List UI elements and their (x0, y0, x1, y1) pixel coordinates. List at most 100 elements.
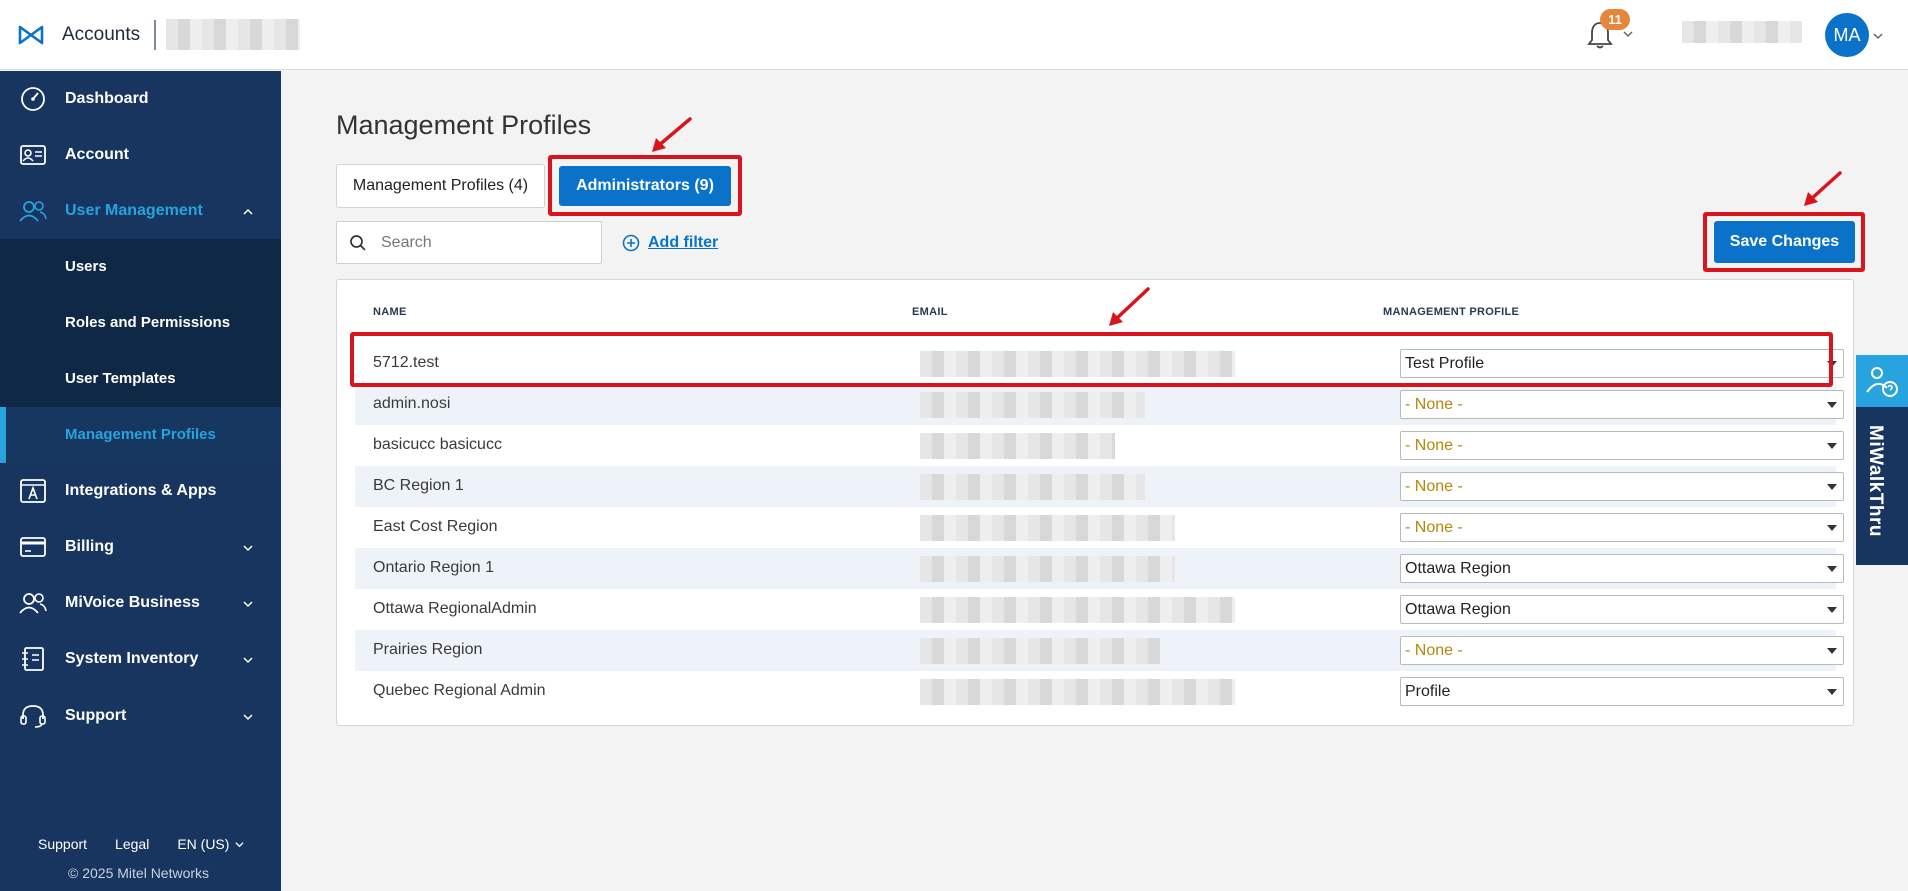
redacted-user-name (1682, 21, 1802, 43)
credit-card-icon (20, 537, 46, 557)
selected-profile: Profile (1405, 683, 1451, 700)
search-box (336, 221, 602, 264)
user-help-icon (1866, 367, 1898, 397)
admin-name: BC Region 1 (373, 477, 464, 494)
management-profile-select[interactable]: - None - (1400, 513, 1844, 542)
selected-profile: - None - (1405, 396, 1463, 413)
sidebar-subitem-label: User Templates (65, 370, 176, 387)
management-profile-select[interactable]: - None - (1400, 472, 1844, 501)
id-card-icon (20, 145, 46, 165)
sidebar-item-label: Support (65, 707, 127, 724)
column-header-management-profile[interactable]: MANAGEMENT PROFILE (1383, 306, 1519, 318)
sidebar-item-label: User Management (65, 202, 203, 219)
sidebar-item-integrations-apps[interactable]: Integrations & Apps (0, 463, 281, 519)
redacted-email (920, 597, 1235, 623)
legal-link[interactable]: Legal (115, 836, 149, 852)
sidebar-item-billing[interactable]: Billing (0, 519, 281, 575)
admin-name: Prairies Region (373, 641, 483, 658)
chevron-down-icon[interactable] (1873, 31, 1883, 41)
selected-profile: - None - (1405, 437, 1463, 454)
sidebar-subitem-management-profiles[interactable]: Management Profiles (0, 407, 281, 463)
admin-name: East Cost Region (373, 518, 498, 535)
sidebar-item-label: MiVoice Business (65, 594, 200, 611)
annotation-arrow (652, 117, 692, 152)
table-row: East Cost Region - None - (355, 507, 1844, 548)
chevron-down-icon (243, 601, 253, 608)
annotation-arrow (1804, 171, 1842, 206)
dropdown-arrow-icon (1827, 484, 1837, 490)
support-link[interactable]: Support (38, 836, 87, 852)
redacted-email (920, 556, 1175, 582)
plus-circle-icon (622, 234, 640, 252)
tab-administrators[interactable]: Administrators (9) (559, 166, 731, 206)
search-input[interactable] (381, 231, 591, 255)
add-filter-label: Add filter (648, 234, 719, 251)
table-row: Quebec Regional Admin Profile (355, 671, 1844, 712)
chevron-down-icon (243, 545, 253, 552)
sidebar-item-mivoice-business[interactable]: MiVoice Business (0, 575, 281, 631)
table-row: Prairies Region - None - (355, 630, 1844, 671)
add-filter-button[interactable]: Add filter (622, 231, 718, 255)
dropdown-arrow-icon (1827, 648, 1837, 654)
chevron-down-icon (243, 714, 253, 721)
redacted-email (920, 392, 1145, 418)
chevron-down-icon[interactable] (1623, 29, 1633, 39)
redacted-email (920, 474, 1145, 500)
management-profile-select[interactable]: - None - (1400, 636, 1844, 665)
language-label: EN (US) (177, 836, 230, 852)
table-row: BC Region 1 - None - (355, 466, 1844, 507)
redacted-email (920, 515, 1175, 541)
sidebar-item-user-management[interactable]: User Management (0, 183, 281, 239)
selected-profile: - None - (1405, 478, 1463, 495)
selected-profile: - None - (1405, 642, 1463, 659)
sidebar-item-support[interactable]: Support (0, 688, 281, 744)
notification-badge: 11 (1600, 9, 1630, 30)
dropdown-arrow-icon (1827, 689, 1837, 695)
inventory-icon (22, 647, 44, 671)
save-changes-button[interactable]: Save Changes (1714, 221, 1855, 263)
walkthru-label: MiWalkThru (1865, 425, 1886, 537)
table-row: Ottawa RegionalAdmin Ottawa Region (355, 589, 1844, 630)
avatar[interactable]: MA (1825, 13, 1869, 57)
mitel-logo-icon[interactable] (18, 24, 44, 46)
annotation-arrow (1109, 287, 1150, 326)
management-profile-select[interactable]: Ottawa Region (1400, 595, 1844, 624)
annotation-highlight (350, 332, 1833, 387)
sidebar-subitem-user-templates[interactable]: User Templates (0, 351, 281, 407)
admin-name: admin.nosi (373, 395, 451, 412)
chevron-down-icon (243, 657, 253, 664)
app-store-icon (20, 479, 46, 503)
redacted-email (920, 433, 1115, 459)
headset-icon (20, 705, 46, 728)
management-profile-select[interactable]: Profile (1400, 677, 1844, 706)
admin-name: Ottawa RegionalAdmin (373, 600, 537, 617)
chevron-down-icon (235, 842, 244, 848)
language-selector[interactable]: EN (US) (177, 836, 244, 852)
tab-management-profiles[interactable]: Management Profiles (4) (336, 164, 545, 208)
management-profile-select[interactable]: - None - (1400, 431, 1844, 460)
column-header-name[interactable]: NAME (373, 306, 407, 318)
admin-name: Quebec Regional Admin (373, 682, 546, 699)
management-profile-select[interactable]: Ottawa Region (1400, 554, 1844, 583)
sidebar-subitem-users[interactable]: Users (0, 239, 281, 295)
dashboard-gauge-icon (21, 87, 45, 111)
dropdown-arrow-icon (1827, 402, 1837, 408)
management-profile-select[interactable]: - None - (1400, 390, 1844, 419)
sidebar-item-label: Billing (65, 538, 114, 555)
table-row: Ontario Region 1 Ottawa Region (355, 548, 1844, 589)
sidebar-item-account[interactable]: Account (0, 127, 281, 183)
sidebar-item-dashboard[interactable]: Dashboard (0, 71, 281, 127)
sidebar-subitem-roles-and-permissions[interactable]: Roles and Permissions (0, 295, 281, 351)
sidebar-item-system-inventory[interactable]: System Inventory (0, 631, 281, 687)
app-title: Accounts (62, 24, 141, 45)
sidebar-item-label: Dashboard (65, 90, 149, 107)
sidebar-item-label: Account (65, 146, 129, 163)
walkthru-help-button[interactable] (1856, 355, 1908, 407)
dropdown-arrow-icon (1827, 566, 1837, 572)
sidebar: Dashboard Account User Management Users … (0, 71, 281, 891)
selected-profile: - None - (1405, 519, 1463, 536)
redacted-email (920, 638, 1160, 664)
sidebar-item-label: Integrations & Apps (65, 482, 217, 499)
sidebar-footer-links: Support Legal EN (US) (38, 836, 244, 852)
column-header-email[interactable]: EMAIL (912, 306, 948, 318)
